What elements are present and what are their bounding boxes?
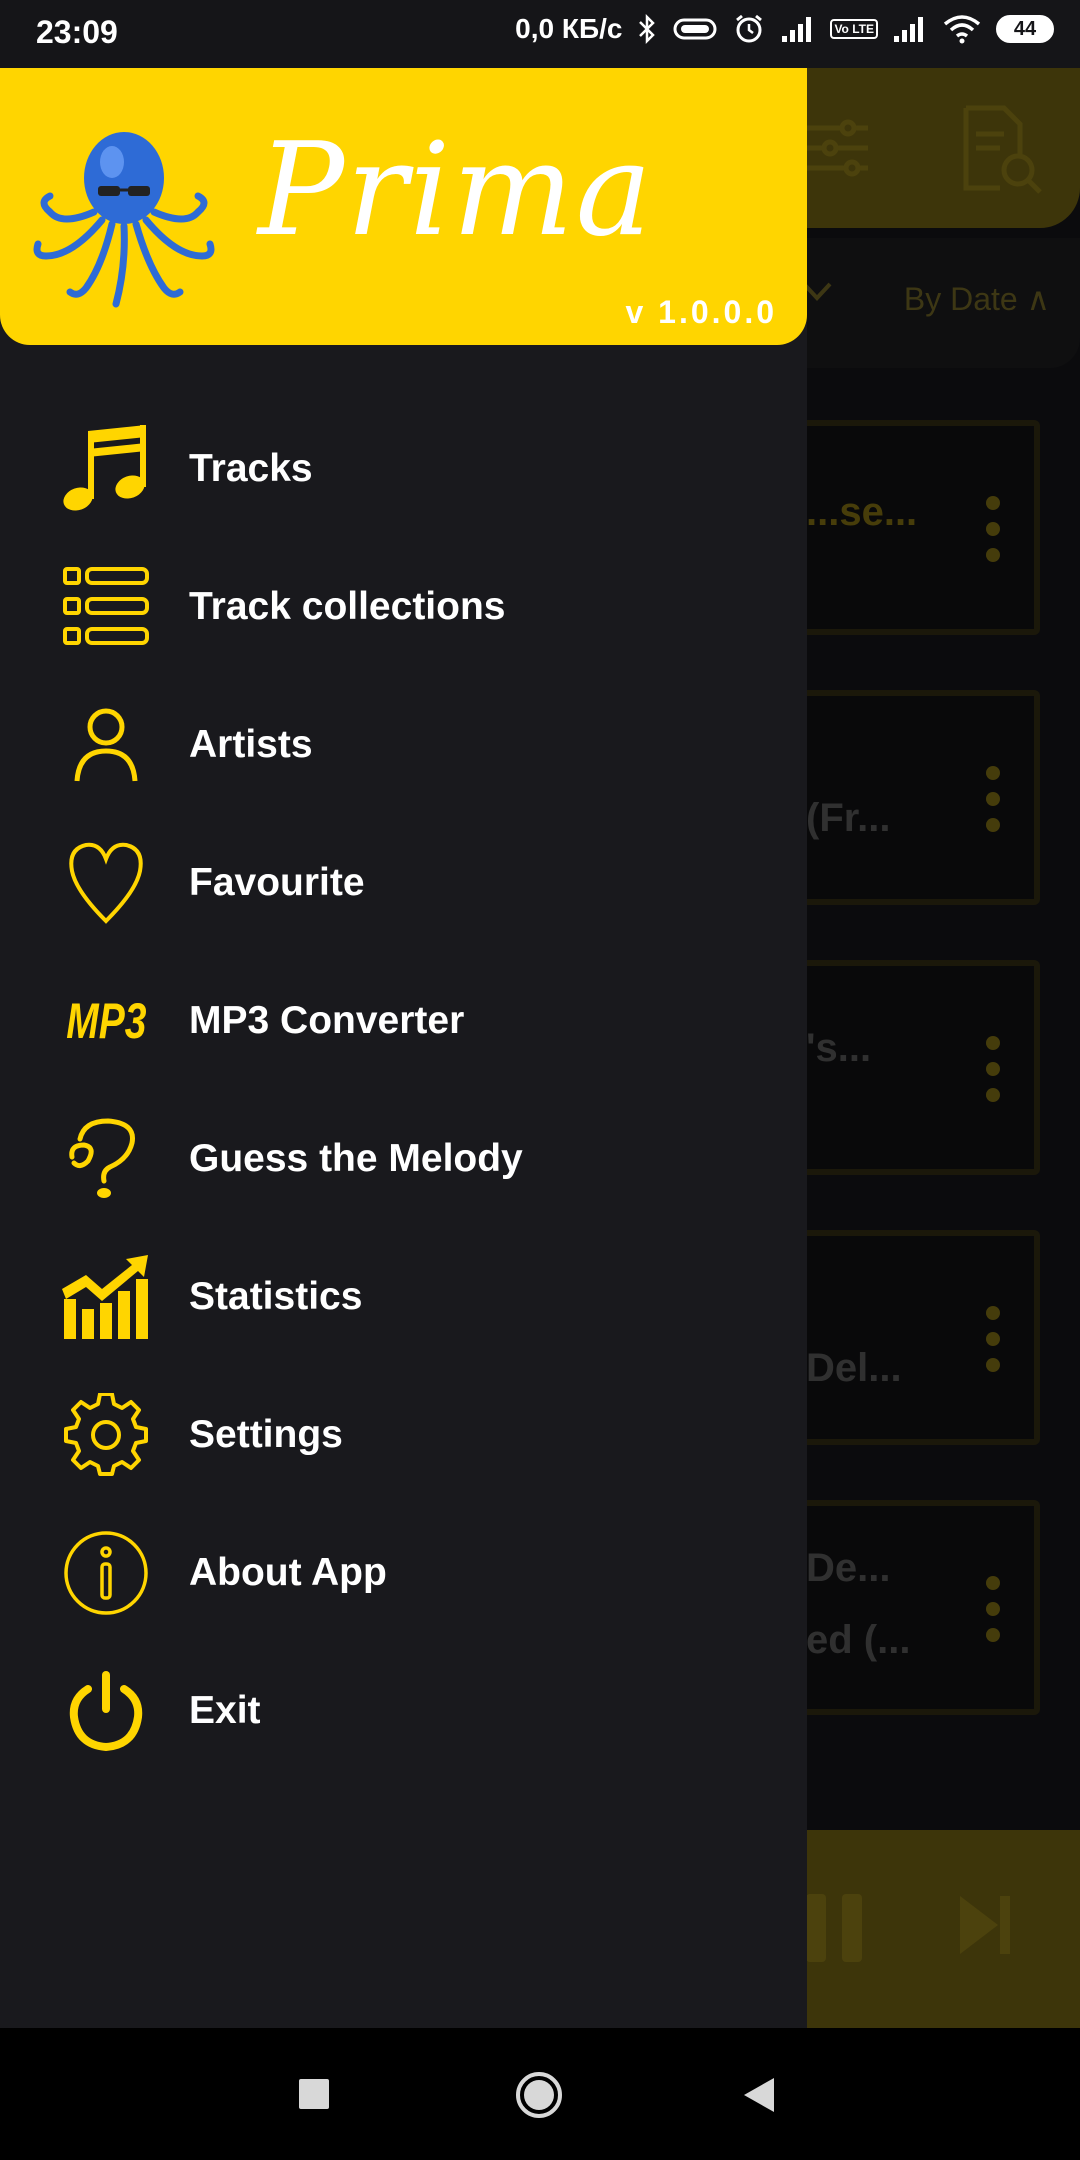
menu-label: Guess the Melody xyxy=(189,1137,523,1180)
status-bar: 23:09 0,0 КБ/с Vo LTE 44 xyxy=(0,0,1080,68)
octopus-logo-icon xyxy=(32,116,222,316)
wifi-icon xyxy=(942,14,982,44)
menu-label: About App xyxy=(189,1551,387,1594)
menu-label: Tracks xyxy=(189,447,313,490)
music-note-icon xyxy=(58,421,154,517)
volte-badge: Vo LTE xyxy=(830,19,878,39)
status-icons: 0,0 КБ/с Vo LTE 44 xyxy=(515,12,1054,46)
menu-label: Artists xyxy=(189,723,313,766)
recents-button[interactable] xyxy=(298,2078,330,2115)
list-icon xyxy=(58,559,154,655)
signal-icon xyxy=(780,14,816,44)
mp3-icon: MP3 xyxy=(58,973,154,1069)
menu-item-settings[interactable]: Settings xyxy=(0,1366,807,1504)
signal-icon-2 xyxy=(892,14,928,44)
menu-item-exit[interactable]: Exit xyxy=(0,1642,807,1780)
network-speed: 0,0 КБ/с xyxy=(515,13,623,44)
menu-item-about-app[interactable]: About App xyxy=(0,1504,807,1642)
gear-icon xyxy=(58,1387,154,1483)
menu-item-track-collections[interactable]: Track collections xyxy=(0,538,807,676)
question-note-icon xyxy=(58,1111,154,1207)
menu-label: Settings xyxy=(189,1413,343,1456)
drawer-header: Prima v 1.0.0.0 xyxy=(0,68,807,345)
menu-item-artists[interactable]: Artists xyxy=(0,676,807,814)
battery-icon: 44 xyxy=(996,15,1054,43)
heart-icon xyxy=(58,835,154,931)
menu-item-statistics[interactable]: Statistics xyxy=(0,1228,807,1366)
menu-label: Favourite xyxy=(189,861,365,904)
bluetooth-icon xyxy=(636,13,658,45)
menu-item-favourite[interactable]: Favourite xyxy=(0,814,807,952)
vibrate-icon xyxy=(672,14,718,44)
menu-item-mp3-converter[interactable]: MP3 MP3 Converter xyxy=(0,952,807,1090)
alarm-icon xyxy=(732,12,766,46)
back-button[interactable] xyxy=(742,2076,776,2119)
menu-label: Exit xyxy=(189,1689,261,1732)
menu-label: Statistics xyxy=(189,1275,363,1318)
app-version: v 1.0.0.0 xyxy=(625,294,777,330)
person-icon xyxy=(58,697,154,793)
status-time: 23:09 xyxy=(36,14,118,50)
menu-label: Track collections xyxy=(189,585,506,628)
mp3-icon-text: MP3 xyxy=(65,993,147,1049)
navigation-drawer: Prima v 1.0.0.0 Tracks Track collections… xyxy=(0,68,807,2028)
power-icon xyxy=(58,1663,154,1759)
chart-icon xyxy=(58,1249,154,1345)
info-icon xyxy=(58,1525,154,1621)
menu-item-guess-the-melody[interactable]: Guess the Melody xyxy=(0,1090,807,1228)
drawer-menu: Tracks Track collections Artists Favouri… xyxy=(0,400,807,1780)
system-navigation-bar xyxy=(0,2028,1080,2160)
menu-item-tracks[interactable]: Tracks xyxy=(0,400,807,538)
menu-label: MP3 Converter xyxy=(189,999,465,1042)
home-button[interactable] xyxy=(514,2070,564,2125)
app-brand-name: Prima xyxy=(258,116,654,265)
